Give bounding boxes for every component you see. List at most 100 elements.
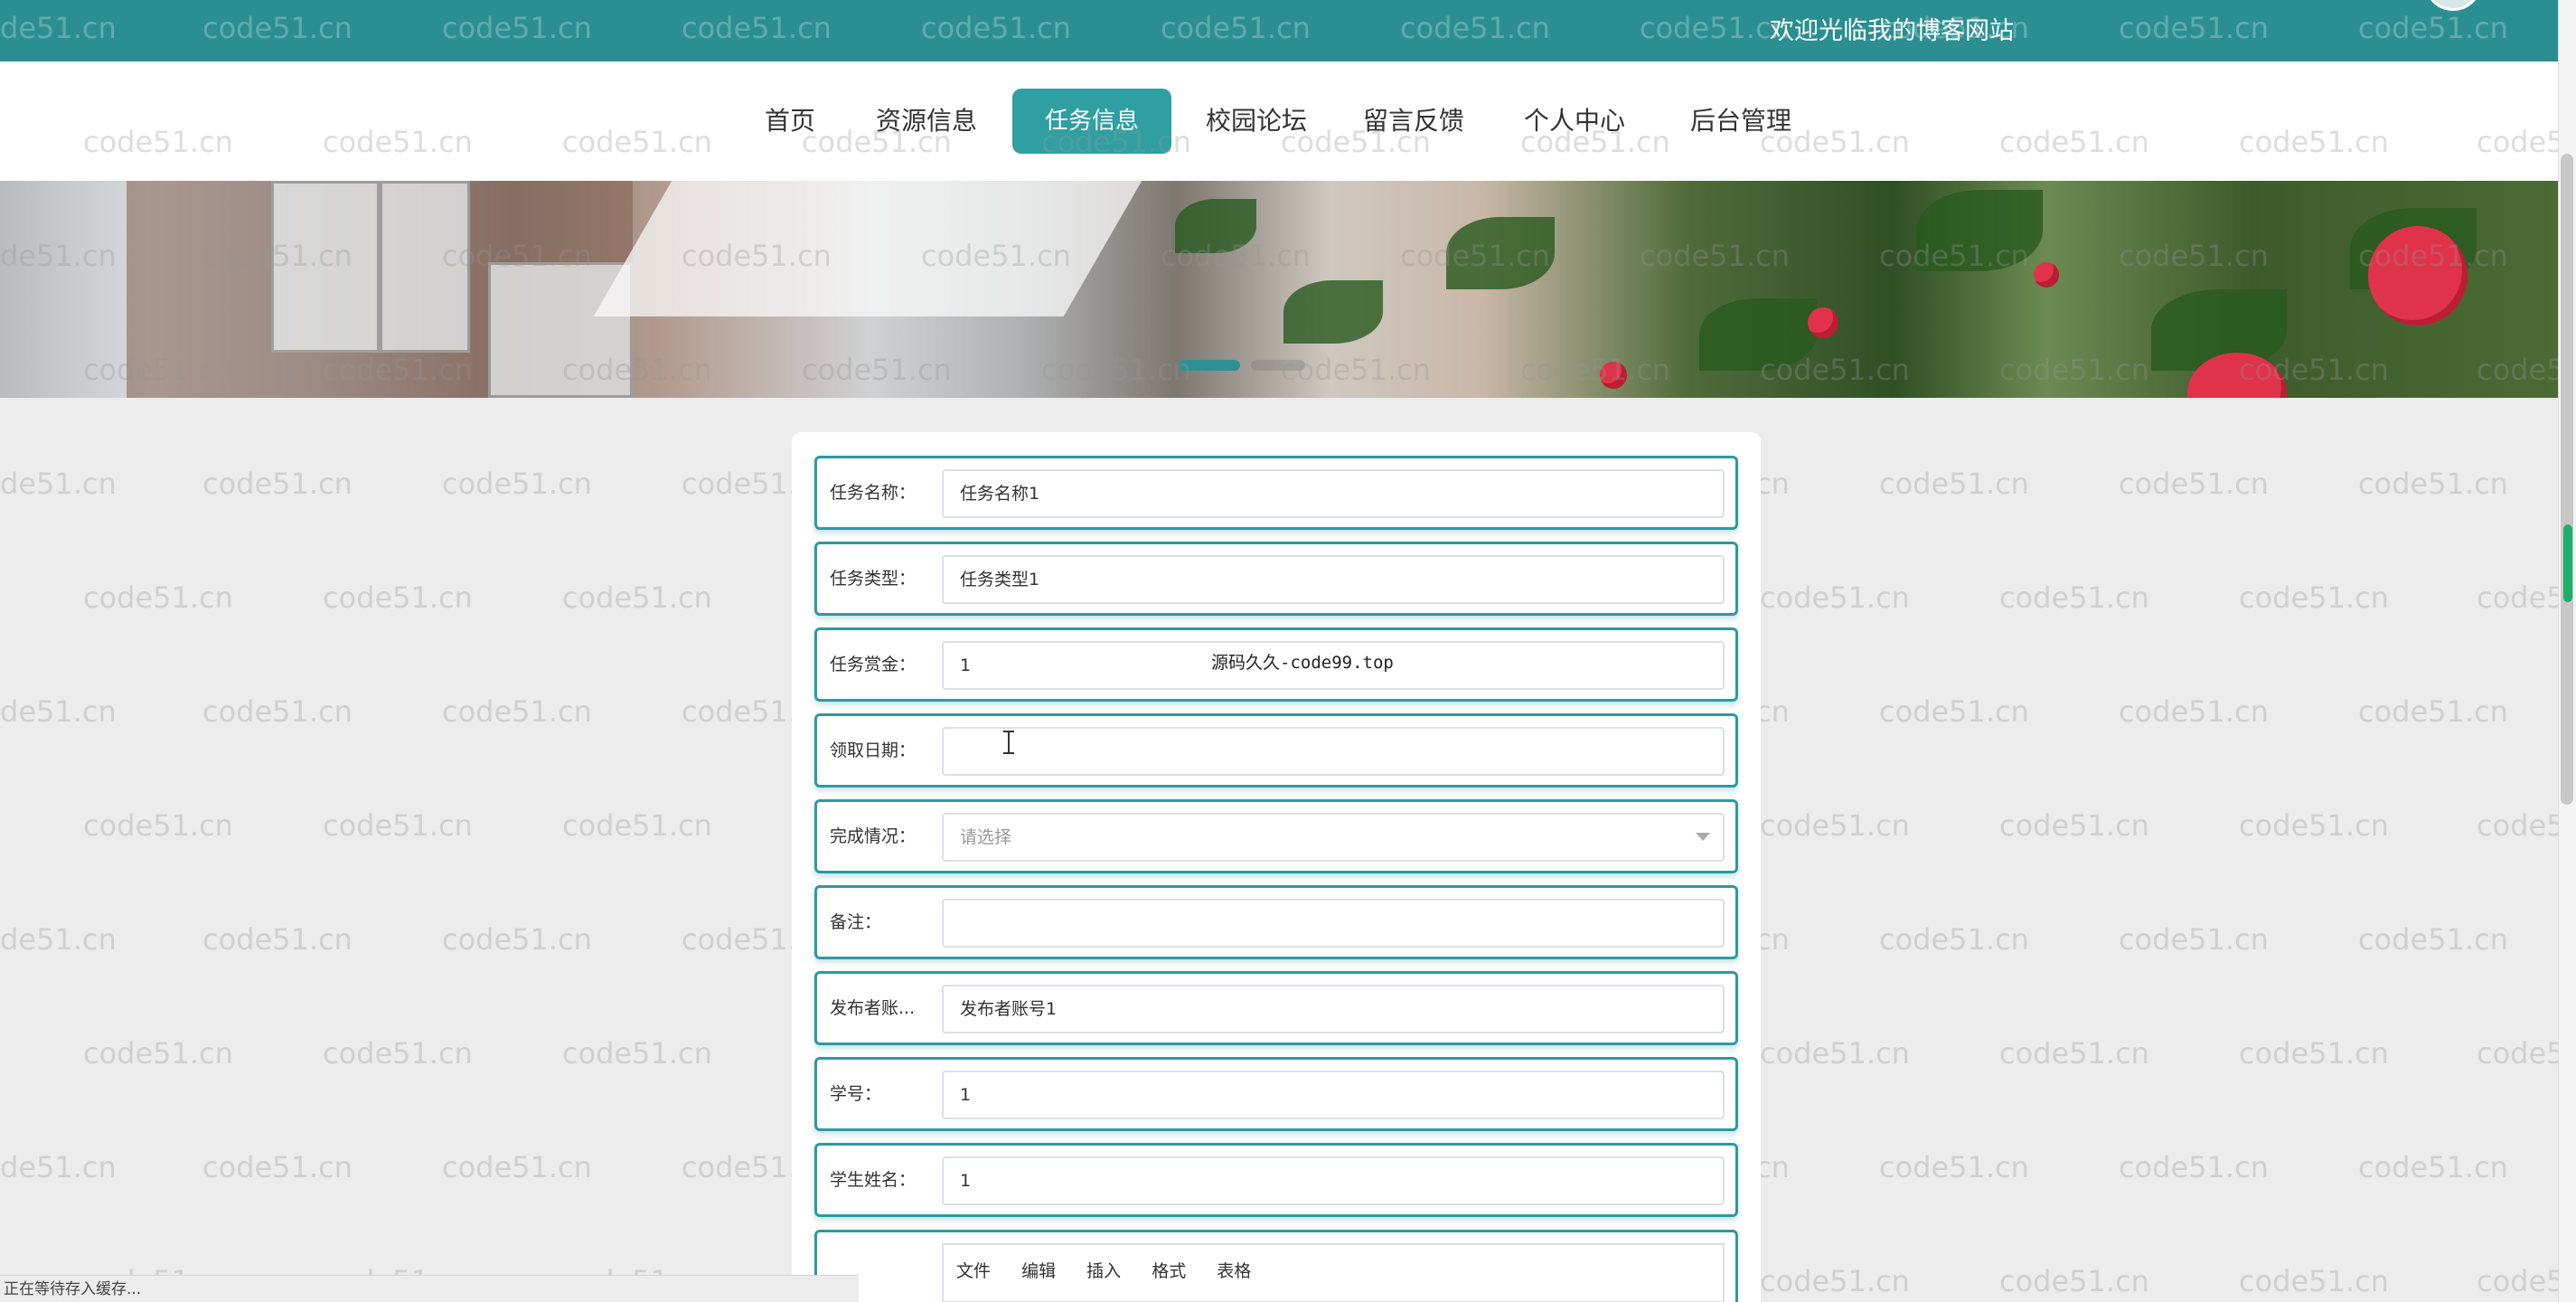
watermark-text: de51.cn — [0, 922, 117, 957]
scroll-position-marker — [2563, 524, 2572, 602]
main-navigation: 首页 资源信息 任务信息 校园论坛 留言反馈 个人中心 后台管理 — [0, 61, 2558, 181]
watermark-text: code51.cn — [442, 694, 592, 729]
form-row-completion: 完成情况： 请选择 — [814, 799, 1738, 873]
form-row-student-id: 学号： 1 — [814, 1057, 1738, 1131]
watermark-text: code51.cn — [442, 922, 592, 957]
watermark-text: code51.cn — [562, 580, 712, 615]
nav-item-home[interactable]: 首页 — [756, 89, 824, 154]
banner-flower-shape — [1600, 362, 1627, 389]
text-cursor-icon — [1003, 731, 1019, 754]
watermark-text: code51.cn — [1999, 1264, 2149, 1298]
nav-item-profile[interactable]: 个人中心 — [1520, 89, 1629, 154]
watermark-text: code51.cn — [2119, 694, 2269, 729]
banner-carousel[interactable] — [0, 181, 2558, 398]
watermark-text: code51.cn — [2239, 1036, 2389, 1071]
watermark-text: de51.cn — [0, 694, 117, 729]
watermark-text: code5 — [2477, 1036, 2565, 1071]
student-id-label: 学号： — [830, 1084, 882, 1104]
watermark-text: code51.cn — [202, 467, 353, 501]
watermark-text: code51.cn — [323, 580, 473, 615]
form-row-task-type: 任务类型： 任务类型1 — [814, 542, 1738, 616]
editor-menu-table[interactable]: 表格 — [1217, 1261, 1251, 1281]
watermark-text: code51.cn — [323, 808, 473, 843]
user-avatar[interactable] — [2424, 0, 2482, 11]
watermark-text: code51.cn — [2358, 694, 2508, 729]
watermark-text: de51.cn — [0, 1150, 117, 1184]
form-row-publisher-account: 发布者账... 发布者账号1 — [814, 971, 1738, 1045]
student-name-label: 学生姓名： — [830, 1170, 917, 1190]
top-header-bar: 欢迎光临我的博客网站 — [0, 0, 2558, 61]
watermark-text: code51.cn — [202, 922, 353, 957]
watermark-text: code51.cn — [323, 1036, 473, 1071]
rich-text-editor[interactable]: 文件 编辑 插入 格式 表格 — [942, 1243, 1725, 1302]
publisher-account-input[interactable]: 发布者账号1 — [942, 985, 1725, 1033]
watermark-text: code5 — [2477, 808, 2565, 843]
watermark-text: code51.cn — [1760, 808, 1910, 843]
watermark-text: code51.cn — [1879, 467, 2029, 501]
nav-item-admin[interactable]: 后台管理 — [1683, 89, 1799, 154]
watermark-text: code51.cn — [83, 808, 233, 843]
form-row-task-name: 任务名称： 任务名称1 — [814, 456, 1738, 530]
nav-item-forum[interactable]: 校园论坛 — [1200, 89, 1312, 154]
student-name-input[interactable]: 1 — [942, 1156, 1725, 1205]
completion-label: 完成情况： — [830, 826, 917, 846]
watermark-text: de51.cn — [0, 467, 117, 501]
banner-flower-shape — [1808, 307, 1838, 338]
watermark-text: code51.cn — [83, 1036, 233, 1071]
form-row-student-name: 学生姓名： 1 — [814, 1143, 1738, 1217]
remark-input[interactable] — [942, 899, 1725, 948]
watermark-text: code51.cn — [202, 1150, 353, 1184]
watermark-text: code51.cn — [1760, 1036, 1910, 1071]
editor-menu-file[interactable]: 文件 — [956, 1261, 991, 1281]
watermark-text: code51.cn — [2119, 467, 2269, 501]
watermark-text: code51.cn — [2239, 808, 2389, 843]
rich-text-editor-row: 文件 编辑 插入 格式 表格 — [814, 1230, 1738, 1302]
watermark-text: code51.cn — [2119, 1150, 2269, 1184]
banner-leaf-shape — [1446, 217, 1555, 289]
banner-leaf-shape — [1283, 280, 1383, 344]
task-type-input[interactable]: 任务类型1 — [942, 555, 1725, 604]
receive-date-label: 领取日期： — [830, 741, 917, 760]
banner-leaf-shape — [1175, 199, 1256, 253]
watermark-text: code51.cn — [442, 467, 592, 501]
chevron-down-icon — [1696, 833, 1710, 841]
watermark-text: code51.cn — [442, 1150, 592, 1184]
form-row-remark: 备注： — [814, 885, 1738, 959]
carousel-indicator-active[interactable] — [1179, 360, 1240, 371]
receive-date-input[interactable] — [942, 727, 1725, 776]
nav-item-feedback[interactable]: 留言反馈 — [1356, 89, 1471, 154]
watermark-text: code51.cn — [2358, 1150, 2508, 1184]
watermark-text: code51.cn — [1760, 580, 1910, 615]
completion-select[interactable]: 请选择 — [942, 813, 1725, 862]
banner-window-shape — [271, 181, 380, 353]
watermark-text: code51.cn — [1879, 922, 2029, 957]
watermark-text: code51.cn — [83, 580, 233, 615]
completion-select-placeholder: 请选择 — [960, 827, 1012, 847]
watermark-text: code51.cn — [1879, 1150, 2029, 1184]
editor-menu-format[interactable]: 格式 — [1152, 1261, 1186, 1281]
browser-status-bar: 正在等待存入缓存... — [0, 1275, 859, 1302]
scrollbar-thumb[interactable] — [2561, 154, 2573, 805]
editor-menu-insert[interactable]: 插入 — [1086, 1261, 1121, 1281]
student-id-input[interactable]: 1 — [942, 1071, 1725, 1119]
watermark-text: code51.cn — [562, 1036, 712, 1071]
nav-item-tasks[interactable]: 任务信息 — [1012, 89, 1171, 154]
banner-window-shape — [380, 181, 470, 353]
carousel-indicator[interactable] — [1251, 360, 1305, 371]
banner-leaf-shape — [1916, 190, 2043, 271]
banner-leaf-shape — [1699, 298, 1817, 371]
banner-flower-shape — [2368, 226, 2468, 326]
editor-menu-edit[interactable]: 编辑 — [1021, 1261, 1056, 1281]
status-text: 正在等待存入缓存... — [4, 1280, 142, 1298]
banner-canopy-shape — [593, 181, 1142, 316]
watermark-text: code51.cn — [2358, 922, 2508, 957]
task-type-label: 任务类型： — [830, 569, 917, 589]
banner-window-shape — [488, 262, 633, 398]
watermark-text: code51.cn — [2358, 467, 2508, 501]
nav-item-resources[interactable]: 资源信息 — [868, 89, 985, 154]
watermark-text: code51.cn — [2119, 922, 2269, 957]
watermark-text: code51.cn — [1999, 1036, 2149, 1071]
watermark-text: code51.cn — [562, 808, 712, 843]
task-name-input[interactable]: 任务名称1 — [942, 469, 1725, 518]
overlay-source-text: 源码久久-code99.top — [1211, 653, 1394, 673]
